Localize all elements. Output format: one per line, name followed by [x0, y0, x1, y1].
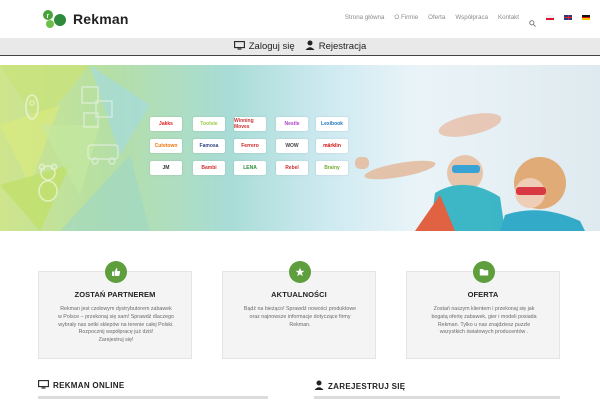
- brand-logo[interactable]: Tootsie: [193, 117, 225, 131]
- brand-logo[interactable]: WOW: [276, 139, 308, 153]
- user-icon: [314, 380, 324, 392]
- nav-item-contact[interactable]: Kontakt: [498, 14, 519, 21]
- hero-banner[interactable]: Jakks Tootsie Winning Moves Nestle Lexib…: [0, 65, 600, 231]
- svg-text:r: r: [47, 13, 50, 20]
- card-text: Zostań naszym klientem i przekonaj się j…: [431, 306, 537, 336]
- de-flag-icon[interactable]: [582, 15, 590, 20]
- text-fade: [314, 396, 560, 399]
- card-title: AKTUALNOŚCI: [271, 290, 327, 299]
- card-text: Bądź na bieżąco! Sprawdź nowości produkt…: [243, 306, 357, 328]
- card-title: OFERTA: [467, 290, 499, 299]
- nav-item-about[interactable]: O Firmie: [394, 14, 418, 21]
- brand-logo[interactable]: JM: [150, 161, 182, 175]
- monitor-icon: [233, 40, 245, 53]
- logo-mark-icon: r: [41, 9, 69, 29]
- register-label: Rejestracja: [318, 41, 367, 52]
- brand-logo[interactable]: Cutetown: [150, 139, 182, 153]
- star-icon: [289, 261, 311, 283]
- folder-icon: [473, 261, 495, 283]
- monitor-icon: [38, 380, 49, 391]
- gb-flag-icon[interactable]: [564, 15, 572, 20]
- login-label: Zaloguj się: [248, 41, 295, 52]
- search-icon[interactable]: [529, 14, 536, 27]
- brand-logo[interactable]: Jakks: [150, 117, 182, 131]
- brand-logo[interactable]: Winning Moves: [234, 117, 266, 131]
- thumbs-up-icon: [105, 261, 127, 283]
- logo-text: Rekman: [73, 11, 129, 27]
- card-title: ZOSTAŃ PARTNEREM: [74, 290, 156, 299]
- logo[interactable]: r Rekman: [41, 9, 129, 29]
- rekman-online-heading: REKMAN ONLINE: [38, 380, 124, 391]
- brand-logo[interactable]: LENA: [234, 161, 266, 175]
- brand-logo[interactable]: Bambi: [193, 161, 225, 175]
- account-bar: Zaloguj się Rejestracja: [0, 38, 600, 56]
- brand-logo[interactable]: Ferrero: [234, 139, 266, 153]
- nav-item-offer[interactable]: Oferta: [428, 14, 445, 21]
- register-link[interactable]: Rejestracja: [305, 40, 367, 53]
- nav-item-cooperation[interactable]: Współpraca: [455, 14, 488, 21]
- brand-logo[interactable]: Lexibook: [316, 117, 348, 131]
- user-icon: [305, 40, 315, 53]
- register-heading: ZAREJESTRUJ SIĘ: [314, 380, 405, 392]
- pl-flag-icon[interactable]: [546, 15, 554, 20]
- partner-card[interactable]: ZOSTAŃ PARTNEREM Rekman jest czołowym dy…: [38, 261, 192, 359]
- main-nav: Strona główna O Firmie Oferta Współpraca…: [335, 14, 590, 27]
- brand-logo[interactable]: märklin: [316, 139, 348, 153]
- brand-logo[interactable]: Brainy: [316, 161, 348, 175]
- brand-logo[interactable]: Rebel: [276, 161, 308, 175]
- offer-card[interactable]: OFERTA Zostań naszym klientem i przekona…: [406, 261, 560, 359]
- brand-logo[interactable]: Nestle: [276, 117, 308, 131]
- nav-item-home[interactable]: Strona główna: [345, 14, 385, 21]
- login-link[interactable]: Zaloguj się: [233, 40, 295, 53]
- card-text: Rekman jest czołowym dystrybutorem zabaw…: [58, 306, 174, 344]
- news-card[interactable]: AKTUALNOŚCI Bądź na bieżąco! Sprawdź now…: [222, 261, 376, 359]
- text-fade: [38, 396, 268, 399]
- brand-logo[interactable]: Famosa: [193, 139, 225, 153]
- site-header: r Rekman Strona główna O Firmie Oferta W…: [0, 0, 600, 38]
- kids-superheroes-image: [355, 113, 585, 231]
